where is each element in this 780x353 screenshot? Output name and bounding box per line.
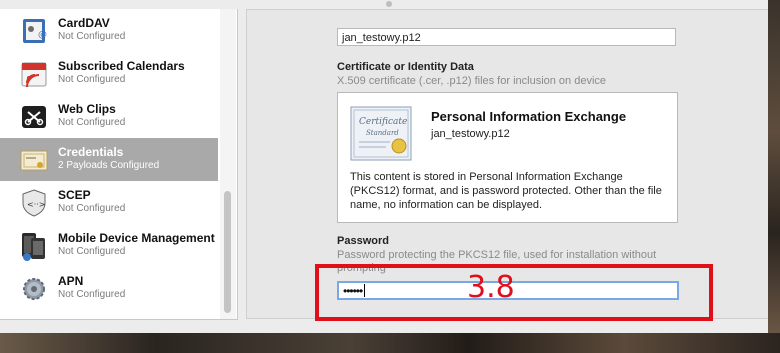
certificate-icon [20,150,48,171]
certificate-label: Certificate or Identity Data [337,61,474,73]
sidebar-item-status: Not Configured [58,74,126,85]
sidebar-item-status: 2 Payloads Configured [58,160,160,171]
sidebar-item-status: Not Configured [58,203,126,214]
sidebar-item-mobile-device-management[interactable]: Mobile Device Management Not Configured [0,224,218,267]
sidebar-item-title: Mobile Device Management [58,231,215,245]
sidebar-item-status: Not Configured [58,31,126,42]
payload-sidebar: @ CardDAV Not Configured Subscribed Cale… [0,9,238,320]
certificate-image-text: Standard [366,129,399,137]
certificate-filename: jan_testowy.p12 [431,128,510,140]
certificate-image-icon: Certificate Standard [350,106,412,161]
certificate-image-text: Certificate [359,117,407,127]
sidebar-item-title: Subscribed Calendars [58,59,185,73]
sidebar-item-scep[interactable]: <··> SCEP Not Configured [0,181,218,224]
sidebar-item-title: APN [58,274,84,288]
password-label: Password [337,235,389,247]
gear-icon [23,278,45,300]
sidebar-item-status: Not Configured [58,289,126,300]
sidebar-item-status: Not Configured [58,117,126,128]
credential-name-field[interactable]: jan_testowy.p12 [337,28,676,46]
sidebar-item-title: Web Clips [58,102,116,116]
desktop-background [0,333,780,353]
mdm-icon [22,233,45,261]
sidebar-item-web-clips[interactable]: Web Clips Not Configured [0,95,218,138]
sidebar-item-carddav[interactable]: @ CardDAV Not Configured [0,9,218,52]
sidebar-item-apn[interactable]: APN Not Configured [0,267,218,310]
carddav-icon: @ [23,19,47,43]
sidebar-item-status: Not Configured [58,246,126,257]
sidebar-scrollbar-thumb[interactable] [224,191,231,313]
scep-icon: <··> [22,189,46,217]
sidebar-item-title: CardDAV [58,16,110,30]
sidebar-item-title: SCEP [58,188,91,202]
certificate-description: X.509 certificate (.cer, .p12) files for… [337,75,607,87]
svg-text:<··>: <··> [27,200,46,209]
annotation-label: 3.8 [467,270,515,305]
certificate-box[interactable]: Certificate Standard Personal Informatio… [337,92,678,223]
svg-text:@: @ [38,30,47,40]
sidebar-item-credentials[interactable]: Credentials 2 Payloads Configured [0,138,218,181]
web-clips-icon [22,106,46,128]
window-top-handle [386,1,392,7]
sidebar-item-subscribed-calendars[interactable]: Subscribed Calendars Not Configured [0,52,218,95]
sidebar-item-title: Credentials [58,145,124,159]
certificate-info-text: This content is stored in Personal Infor… [350,171,662,211]
calendar-icon [21,62,47,88]
desktop-background [768,0,780,333]
certificate-title: Personal Information Exchange [431,109,627,124]
